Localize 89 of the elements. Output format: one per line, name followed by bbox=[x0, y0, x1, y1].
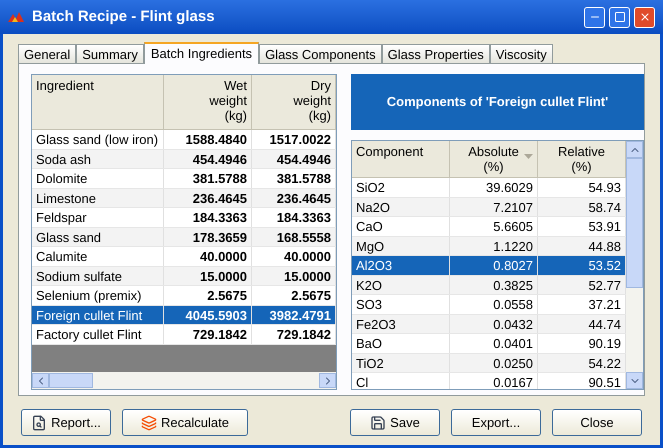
table-cell: 4045.5903 bbox=[164, 306, 252, 324]
table-cell: 0.0167 bbox=[450, 373, 538, 389]
maximize-button[interactable] bbox=[609, 6, 630, 28]
table-cell: 184.3363 bbox=[164, 208, 252, 226]
table-cell: 0.8027 bbox=[450, 256, 538, 274]
table-cell: 0.0432 bbox=[450, 314, 538, 333]
dialog-button[interactable]: Close bbox=[552, 409, 642, 436]
table-cell: 0.0558 bbox=[450, 295, 538, 314]
table-cell: 729.1842 bbox=[164, 325, 252, 344]
table-cell: 1588.4840 bbox=[164, 130, 252, 148]
table-cell: TiO2 bbox=[352, 354, 450, 372]
table-cell: 236.4645 bbox=[252, 188, 336, 207]
column-header[interactable]: Wet weight (kg) bbox=[164, 75, 252, 129]
table-cell: Foreign cullet Flint bbox=[32, 306, 164, 324]
table-cell: 0.0250 bbox=[450, 354, 538, 372]
maximize-icon bbox=[614, 11, 626, 23]
vertical-scrollbar[interactable] bbox=[626, 141, 643, 389]
dialog-button[interactable]: Report... bbox=[21, 409, 111, 436]
table-cell: Soda ash bbox=[32, 150, 164, 168]
window-title: Batch Recipe - Flint glass bbox=[32, 6, 216, 27]
tab[interactable]: Glass Properties bbox=[382, 44, 490, 63]
table-cell: Na2O bbox=[352, 198, 450, 216]
table-cell: 454.4946 bbox=[164, 150, 252, 168]
table-cell: Glass sand bbox=[32, 228, 164, 246]
table-cell: Factory cullet Flint bbox=[32, 325, 164, 344]
table-cell: 168.5558 bbox=[252, 228, 336, 246]
table-cell: 381.5788 bbox=[164, 169, 252, 188]
table-cell: CaO bbox=[352, 217, 450, 236]
column-header[interactable]: Absolute (%) bbox=[450, 141, 538, 177]
column-title: Absolute (%) bbox=[468, 144, 519, 174]
table-cell: 15.0000 bbox=[164, 266, 252, 285]
column-header[interactable]: Component bbox=[352, 141, 450, 177]
dialog-button[interactable]: Recalculate bbox=[122, 409, 248, 436]
table-cell: BaO bbox=[352, 334, 450, 352]
table-cell: Sodium sulfate bbox=[32, 266, 164, 285]
table-cell: K2O bbox=[352, 276, 450, 294]
table-cell: 1.1220 bbox=[450, 236, 538, 255]
table-cell: 39.6029 bbox=[450, 178, 538, 196]
column-title: Relative (%) bbox=[558, 144, 605, 174]
table-cell: 0.3825 bbox=[450, 276, 538, 294]
tab[interactable]: General bbox=[18, 44, 76, 63]
app-icon bbox=[8, 12, 24, 22]
table-cell: Limestone bbox=[32, 188, 164, 207]
tab[interactable]: Summary bbox=[76, 44, 144, 63]
column-header[interactable]: Dry weight (kg) bbox=[252, 75, 336, 129]
tab[interactable]: Glass Components bbox=[259, 44, 382, 63]
dialog-button[interactable]: Export... bbox=[451, 409, 541, 436]
table-cell: Calumite bbox=[32, 247, 164, 266]
table-cell: 184.3363 bbox=[252, 208, 336, 226]
table-cell: Feldspar bbox=[32, 208, 164, 226]
table-cell: 2.5675 bbox=[164, 286, 252, 304]
table-cell: 40.0000 bbox=[252, 247, 336, 266]
table-cell: 381.5788 bbox=[252, 169, 336, 188]
table-cell: 729.1842 bbox=[252, 325, 336, 344]
table-cell: 454.4946 bbox=[252, 150, 336, 168]
table-cell: Dolomite bbox=[32, 169, 164, 188]
table-cell: 40.0000 bbox=[164, 247, 252, 266]
minimize-button[interactable] bbox=[584, 6, 605, 28]
close-icon bbox=[638, 11, 650, 23]
dialog-button[interactable]: Save bbox=[350, 409, 440, 436]
table-cell: 7.2107 bbox=[450, 198, 538, 216]
table-cell: SiO2 bbox=[352, 178, 450, 196]
tab[interactable]: Viscosity bbox=[490, 44, 553, 63]
table-cell: 5.6605 bbox=[450, 217, 538, 236]
table-cell: 2.5675 bbox=[252, 286, 336, 304]
table-cell: SO3 bbox=[352, 295, 450, 314]
table-cell: 15.0000 bbox=[252, 266, 336, 285]
table-cell: MgO bbox=[352, 236, 450, 255]
table-cell: Glass sand (low iron) bbox=[32, 130, 164, 148]
tab[interactable]: Batch Ingredients bbox=[144, 42, 260, 64]
scrollbar-thumb[interactable] bbox=[49, 373, 93, 388]
table-cell: 3982.4791 bbox=[252, 306, 336, 324]
table-cell: 1517.0022 bbox=[252, 130, 336, 148]
table-cell: 236.4645 bbox=[164, 188, 252, 207]
table-cell: Al2O3 bbox=[352, 256, 450, 274]
report-icon bbox=[31, 414, 48, 430]
horizontal-scrollbar[interactable] bbox=[32, 372, 336, 389]
scrollbar-thumb[interactable] bbox=[626, 158, 643, 288]
column-title: Component bbox=[356, 144, 424, 159]
table-cell: Selenium (premix) bbox=[32, 286, 164, 304]
close-button[interactable] bbox=[634, 6, 655, 28]
layers-icon bbox=[141, 414, 158, 430]
column-header[interactable]: Ingredient bbox=[32, 75, 164, 129]
table-cell: Cl bbox=[352, 373, 450, 389]
table-cell: 0.0401 bbox=[450, 334, 538, 352]
table-cell: Fe2O3 bbox=[352, 314, 450, 333]
save-icon bbox=[370, 414, 386, 430]
table-cell: 178.3659 bbox=[164, 228, 252, 246]
components-header: Components of 'Foreign cullet Flint' bbox=[351, 74, 644, 130]
